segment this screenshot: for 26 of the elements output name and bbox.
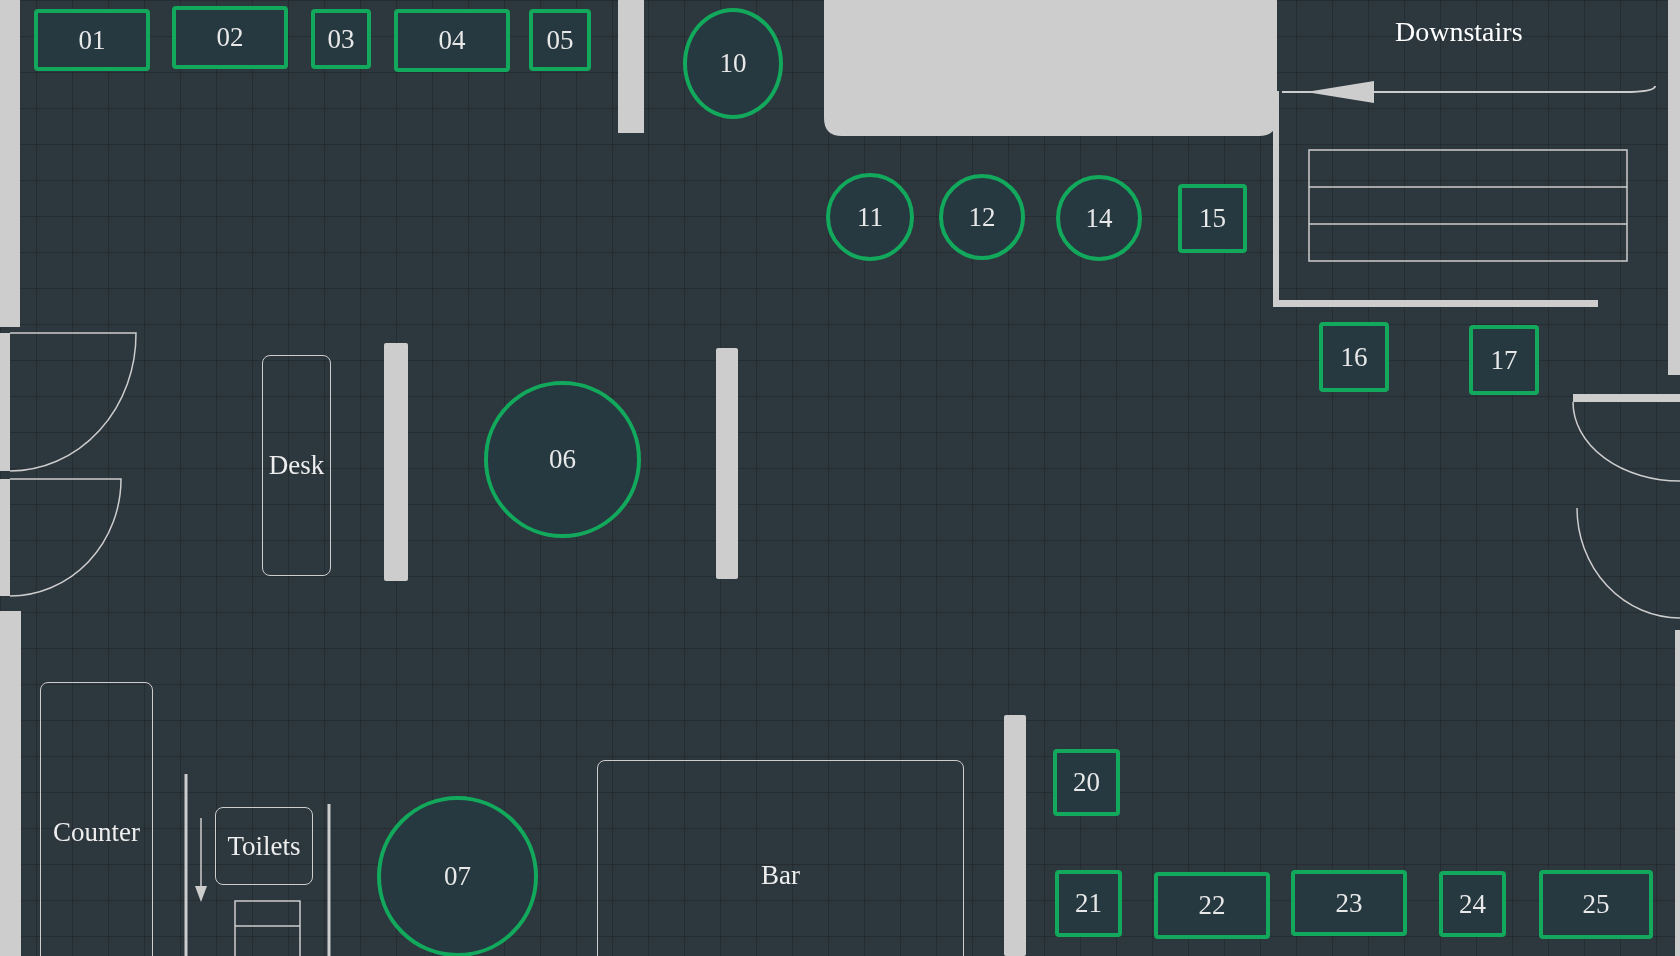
square-table[interactable]: 03 <box>311 9 371 69</box>
round-table[interactable]: 11 <box>826 173 914 261</box>
square-table[interactable]: 16 <box>1319 322 1389 392</box>
round-table[interactable]: 07 <box>377 796 538 956</box>
square-table[interactable]: 22 <box>1154 872 1270 939</box>
square-table[interactable]: 01 <box>34 9 150 71</box>
square-table[interactable]: 20 <box>1053 749 1120 816</box>
round-table[interactable]: 12 <box>939 174 1025 260</box>
stairs-label: Downstairs <box>1395 16 1523 48</box>
square-table[interactable]: 25 <box>1539 870 1653 939</box>
square-table[interactable]: 24 <box>1439 871 1506 937</box>
round-table[interactable]: 10 <box>683 8 783 119</box>
square-table[interactable]: 17 <box>1469 325 1539 395</box>
area-label: Desk <box>262 355 331 576</box>
round-table[interactable]: 14 <box>1056 175 1142 261</box>
stairs-drawing <box>234 900 301 956</box>
square-table[interactable]: 05 <box>529 9 591 71</box>
square-table[interactable]: 02 <box>172 6 288 69</box>
square-table[interactable]: 21 <box>1055 870 1122 937</box>
square-table[interactable]: 04 <box>394 9 510 72</box>
square-table[interactable]: 15 <box>1178 184 1247 253</box>
area-label: Bar <box>597 760 964 956</box>
area-label: Toilets <box>215 807 313 885</box>
square-table[interactable]: 23 <box>1291 870 1407 936</box>
round-table[interactable]: 06 <box>484 381 641 538</box>
area-label: Counter <box>40 682 153 956</box>
